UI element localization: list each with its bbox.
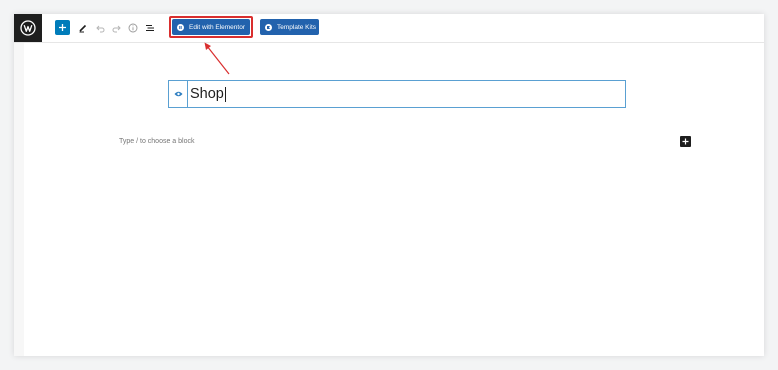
- annotation-arrow: [204, 42, 230, 75]
